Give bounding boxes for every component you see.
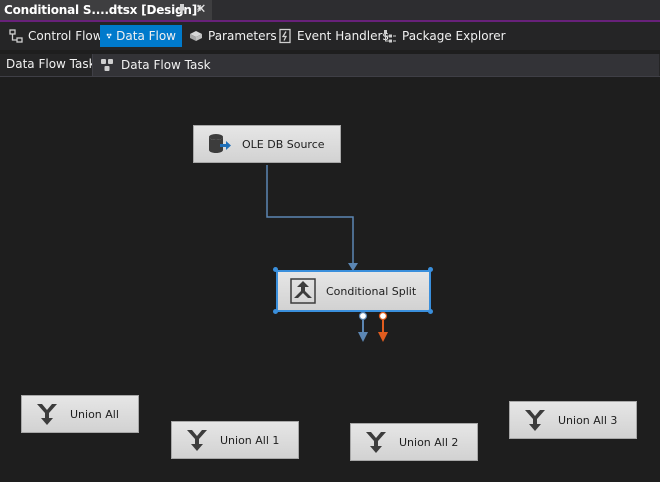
ole-db-source-component[interactable]: OLE DB Source (193, 125, 341, 163)
union-all-icon (366, 432, 386, 453)
union-all-component[interactable]: Union All (21, 395, 139, 433)
selection-handle[interactable] (428, 267, 433, 272)
component-label: Union All 2 (399, 435, 459, 449)
output-connector-error (378, 311, 388, 321)
selection-handle[interactable] (273, 309, 278, 314)
conditional-split-component[interactable]: Conditional Split (276, 270, 431, 312)
selection-handle[interactable] (428, 309, 433, 314)
ole-db-source-icon (209, 134, 231, 153)
union-all-icon (37, 404, 57, 425)
component-label: Union All 3 (558, 413, 618, 427)
union-all-3-component[interactable]: Union All 3 (509, 401, 637, 439)
union-all-icon (187, 430, 207, 451)
output-arrowhead-error (378, 332, 388, 342)
output-connector-normal (358, 311, 368, 321)
conditional-split-icon (290, 278, 316, 304)
component-label: Conditional Split (326, 284, 417, 298)
path-source-to-split (266, 165, 354, 266)
union-all-1-component[interactable]: Union All 1 (171, 421, 299, 459)
union-all-icon (525, 410, 545, 431)
selection-handle[interactable] (273, 267, 278, 272)
union-all-2-component[interactable]: Union All 2 (350, 423, 478, 461)
output-arrowhead-normal (358, 332, 368, 342)
component-label: OLE DB Source (242, 137, 325, 151)
component-label: Union All 1 (220, 433, 280, 447)
component-label: Union All (70, 407, 119, 421)
